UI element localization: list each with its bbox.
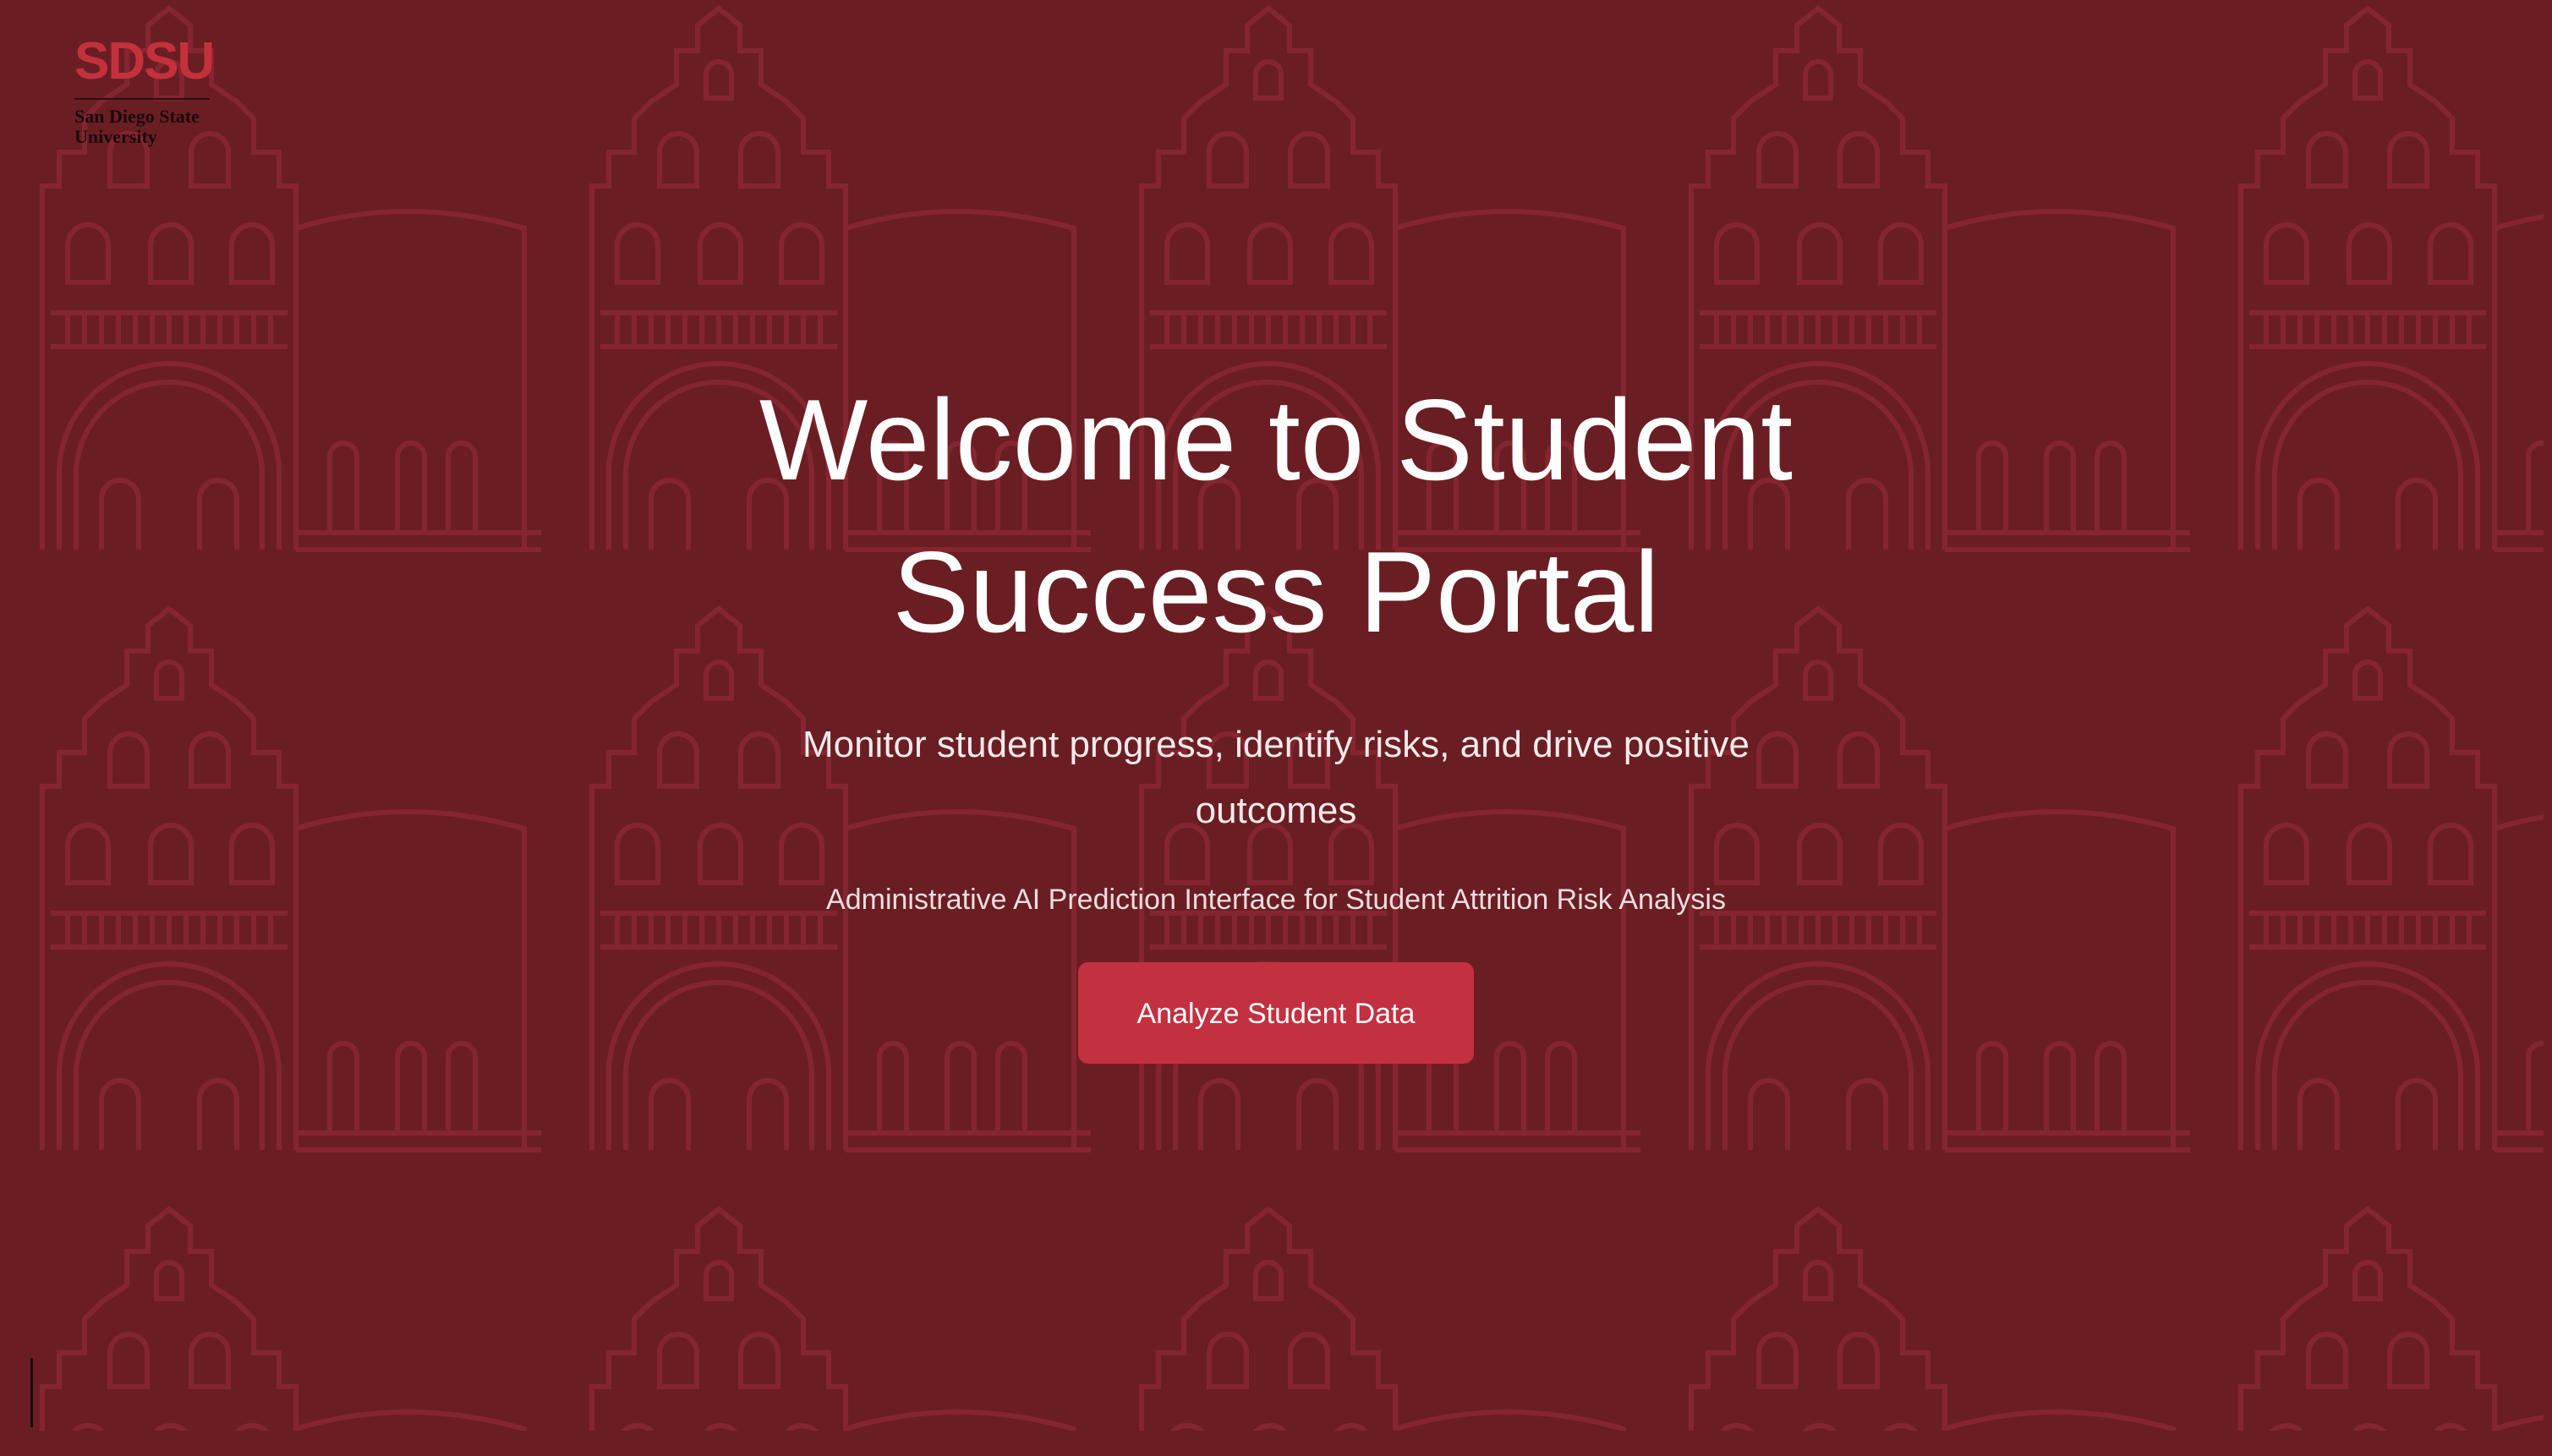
sdsu-logo-mark: SDSU	[74, 32, 215, 90]
logo-line-1: San Diego State	[74, 106, 200, 127]
hero-section: Welcome to Student Success Portal Monito…	[0, 364, 2552, 1064]
hero-subtitle: Monitor student progress, identify risks…	[802, 724, 1750, 831]
logo-divider	[74, 98, 210, 100]
hero-caption: Administrative AI Prediction Interface f…	[826, 884, 1726, 916]
logo-line-2: University	[74, 126, 157, 147]
analyze-student-data-button[interactable]: Analyze Student Data	[1078, 962, 1474, 1064]
corner-marker	[30, 1358, 33, 1427]
university-logo[interactable]: SDSU San Diego State University	[74, 34, 218, 147]
page-title: Welcome to Student Success Portal	[758, 375, 1794, 656]
